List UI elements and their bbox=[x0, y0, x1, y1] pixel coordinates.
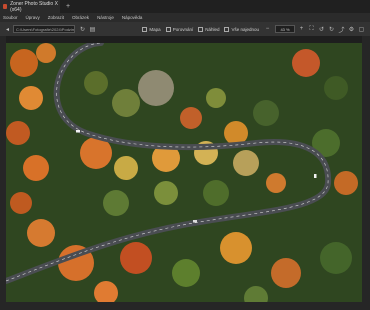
menu-item-view[interactable]: Zobrazit bbox=[48, 15, 64, 20]
preview-button[interactable]: Náhled bbox=[198, 26, 220, 32]
all-icon bbox=[224, 26, 230, 32]
photo-image bbox=[6, 43, 362, 302]
share-icon[interactable]: ⤴ bbox=[337, 25, 346, 34]
back-icon[interactable]: ◂ bbox=[3, 25, 12, 34]
car-icon bbox=[76, 130, 80, 133]
compare-button[interactable]: Porovnání bbox=[165, 26, 194, 32]
car-icon bbox=[193, 220, 197, 223]
status-bar bbox=[0, 302, 370, 310]
zoom-field[interactable]: 43 % bbox=[275, 25, 295, 33]
window-tab-title: Zoner Photo Studio X (x64) bbox=[10, 0, 58, 13]
fit-icon[interactable]: ⛶ bbox=[307, 25, 316, 34]
zoom-out-icon[interactable]: − bbox=[263, 25, 272, 34]
rotate-left-icon[interactable]: ↺ bbox=[317, 25, 326, 34]
settings-icon[interactable]: ⚙ bbox=[347, 25, 356, 34]
refresh-icon[interactable]: ↻ bbox=[78, 25, 87, 34]
toolbar: ◂ C:\Users\Fotografie\2024\Podzim ↻ ▤ Ma… bbox=[0, 22, 370, 36]
compare-icon bbox=[165, 26, 171, 32]
map-icon bbox=[142, 26, 148, 32]
map-button[interactable]: Mapa bbox=[142, 26, 161, 32]
map-label: Mapa bbox=[149, 26, 161, 32]
rotate-right-icon[interactable]: ↻ bbox=[327, 25, 336, 34]
new-tab-button[interactable]: + bbox=[66, 3, 70, 10]
window-tab[interactable]: Zoner Photo Studio X (x64) bbox=[0, 0, 60, 13]
all-button[interactable]: Vše najednou bbox=[224, 26, 259, 32]
car-icon bbox=[314, 174, 317, 178]
folder-icon[interactable]: ▤ bbox=[88, 25, 97, 34]
menu-item-image[interactable]: Obrázek bbox=[72, 15, 89, 20]
menu-item-file[interactable]: Soubor bbox=[3, 15, 18, 20]
right-panel-edge bbox=[362, 36, 370, 310]
zoom-in-icon[interactable]: + bbox=[297, 25, 306, 34]
title-bar: Zoner Photo Studio X (x64) + bbox=[0, 0, 370, 13]
preview-label: Náhled bbox=[205, 26, 220, 32]
maximize-icon[interactable]: ▢ bbox=[357, 25, 366, 34]
compare-label: Porovnání bbox=[172, 26, 194, 32]
menu-bar: Soubor Úpravy Zobrazit Obrázek Nástroje … bbox=[0, 13, 370, 22]
menu-item-edit[interactable]: Úpravy bbox=[26, 15, 40, 20]
photo-viewer[interactable] bbox=[6, 43, 362, 302]
path-field[interactable]: C:\Users\Fotografie\2024\Podzim bbox=[13, 25, 75, 33]
app-logo-icon bbox=[3, 4, 8, 9]
preview-icon bbox=[198, 26, 204, 32]
menu-item-help[interactable]: Nápověda bbox=[122, 15, 143, 20]
menu-item-tools[interactable]: Nástroje bbox=[97, 15, 114, 20]
all-label: Vše najednou bbox=[231, 26, 259, 32]
